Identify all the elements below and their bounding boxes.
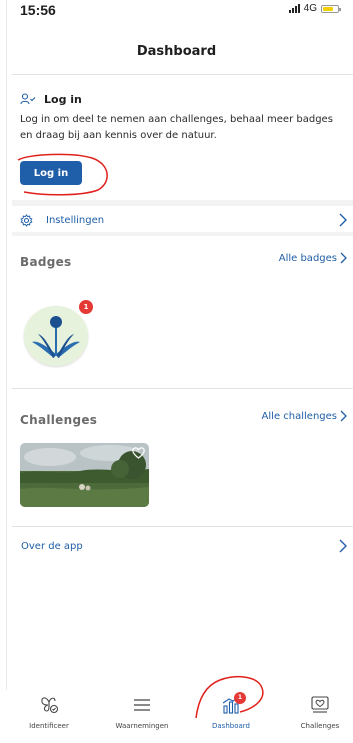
settings-row[interactable]: Instellingen [12, 208, 353, 232]
challenge-photo [20, 443, 149, 507]
status-indicators: 4G [288, 3, 341, 14]
network-label: 4G [303, 3, 317, 14]
tab-challenges[interactable]: Challenges [276, 694, 353, 730]
status-time: 15:56 [20, 2, 56, 18]
tab-label-challenges: Challenges [300, 722, 340, 730]
butterfly-icon [38, 697, 60, 720]
login-header: Log in [20, 90, 82, 109]
red-annotation-circle-dashboard [195, 675, 264, 719]
list-icon [131, 699, 153, 720]
signal-icon [288, 4, 300, 13]
challenges-divider [12, 526, 353, 527]
section-gap [12, 200, 353, 206]
challenge-card[interactable] [20, 443, 149, 507]
badge-count: 1 [79, 300, 93, 314]
tab-bar: Identificeer Waarnemingen 1 Dashboard Ch… [0, 690, 353, 743]
header-divider [12, 74, 353, 75]
tab-identificeer[interactable]: Identificeer [5, 694, 93, 730]
left-edge-line [6, 0, 7, 743]
status-bar: 15:56 4G [0, 0, 353, 20]
all-challenges-link[interactable]: Alle challenges [262, 410, 347, 422]
login-description: Log in om deel te nemen aan challenges, … [20, 114, 333, 141]
all-badges-link[interactable]: Alle badges [279, 252, 347, 264]
chevron-right-icon [339, 538, 347, 557]
gear-icon [20, 213, 33, 227]
all-challenges-label: Alle challenges [261, 410, 337, 422]
challenge-heart-icon [309, 696, 331, 720]
badges-title: Badges [20, 255, 72, 269]
chevron-right-icon [340, 252, 347, 264]
page-title: Dashboard [136, 44, 217, 59]
badge-item[interactable]: 1 [24, 300, 94, 366]
battery-icon [321, 4, 341, 13]
badges-divider [12, 388, 353, 389]
about-label: Over de app [21, 540, 83, 552]
challenges-title: Challenges [20, 413, 98, 427]
tab-label-waarnemingen: Waarnemingen [115, 722, 169, 730]
section-gap [12, 232, 353, 236]
chevron-right-icon [339, 212, 347, 231]
red-annotation-circle-login [17, 153, 108, 196]
chevron-right-icon [340, 410, 347, 422]
tab-label-identificeer: Identificeer [29, 722, 69, 730]
tab-waarnemingen[interactable]: Waarnemingen [98, 694, 186, 730]
user-add-icon [20, 90, 36, 109]
about-row[interactable]: Over de app [12, 534, 353, 558]
all-badges-label: Alle badges [278, 252, 337, 264]
settings-label: Instellingen [46, 214, 105, 226]
heart-icon[interactable] [132, 447, 145, 459]
dandelion-badge-icon [24, 306, 88, 366]
login-title: Log in [44, 93, 82, 106]
